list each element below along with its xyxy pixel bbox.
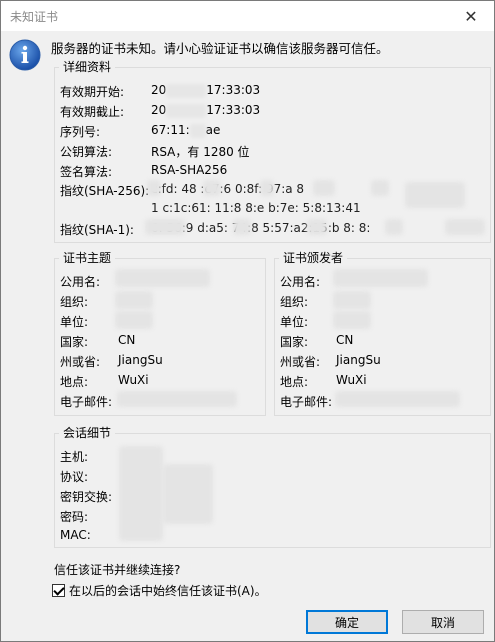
issuer-org-label: 组织: xyxy=(280,295,309,309)
pubkey-label: 公钥算法: xyxy=(60,145,113,159)
always-trust-checkbox-row[interactable]: 在以后的会话中始终信任该证书(A)。 xyxy=(52,582,267,599)
title-bar[interactable]: 未知证书 ✕ xyxy=(1,1,494,31)
serial-label: 序列号: xyxy=(60,125,101,139)
certificate-dialog: 未知证书 ✕ 服务器的证书未知。请小心验证证书以确信该服务器可信任。 详细资料 … xyxy=(0,0,495,642)
session-kex-label: 密钥交换: xyxy=(60,490,113,504)
issuer-cn-label: 公用名: xyxy=(280,275,321,289)
ok-button[interactable]: 确定 xyxy=(306,610,388,634)
session-mac-label: MAC: xyxy=(60,528,91,542)
issuer-country-label: 国家: xyxy=(280,335,309,349)
sha256-label: 指纹(SHA-256): xyxy=(60,184,150,198)
issuer-email-label: 电子邮件: xyxy=(280,395,333,409)
issuer-state-value: JiangSu xyxy=(336,353,381,367)
session-host-label: 主机: xyxy=(60,450,89,464)
details-group: 详细资料 有效期开始: 20 17:33:03 有效期截止: 20 17:33:03… xyxy=(54,60,491,243)
warning-message: 服务器的证书未知。请小心验证证书以确信该服务器可信任。 xyxy=(51,41,389,56)
subject-legend: 证书主题 xyxy=(59,251,116,265)
subject-locality-label: 地点: xyxy=(60,375,89,389)
session-protocol-label: 协议: xyxy=(60,470,89,484)
issuer-unit-label: 单位: xyxy=(280,315,309,329)
subject-cn-label: 公用名: xyxy=(60,275,101,289)
cancel-button[interactable]: 取消 xyxy=(402,610,484,634)
issuer-locality-label: 地点: xyxy=(280,375,309,389)
pubkey-value: RSA，有 1280 位 xyxy=(151,145,250,159)
issuer-group: 证书颁发者 公用名: 组织: 单位: 国家: CN 州或省: JiangSu 地… xyxy=(274,251,491,416)
issuer-locality-value: WuXi xyxy=(336,373,367,387)
issuer-state-label: 州或省: xyxy=(280,355,321,369)
subject-unit-label: 单位: xyxy=(60,315,89,329)
subject-group: 证书主题 公用名: 组织: 单位: 国家: CN 州或省: JiangSu 地点… xyxy=(54,251,266,416)
valid-from-value: 20 17:33:03 xyxy=(151,83,261,98)
sha256-line1: c:fd: 48 :e7:6 0:8f: 97:a 8 xyxy=(151,182,305,196)
subject-email-label: 电子邮件: xyxy=(60,395,113,409)
session-group: 会话细节 主机: 协议: 密钥交换: 密码: MAC: xyxy=(54,426,491,548)
sha256-line2: 1 c:1c:61: 11:8 8:e b:7e: 5:8:13:41 xyxy=(151,201,361,215)
always-trust-checkbox[interactable] xyxy=(52,584,65,597)
valid-to-label: 有效期截止: xyxy=(60,105,125,119)
sha1-label: 指纹(SHA-1): xyxy=(60,223,134,237)
subject-state-label: 州或省: xyxy=(60,355,101,369)
subject-org-label: 组织: xyxy=(60,295,89,309)
subject-locality-value: WuXi xyxy=(118,373,149,387)
always-trust-label[interactable]: 在以后的会话中始终信任该证书(A)。 xyxy=(69,582,267,599)
subject-country-label: 国家: xyxy=(60,335,89,349)
subject-state-value: JiangSu xyxy=(118,353,163,367)
sigalg-label: 签名算法: xyxy=(60,165,113,179)
sigalg-value: RSA-SHA256 xyxy=(151,163,228,177)
valid-from-label: 有效期开始: xyxy=(60,85,125,99)
info-icon xyxy=(9,39,41,71)
close-icon[interactable]: ✕ xyxy=(448,1,494,31)
valid-to-value: 20 17:33:03 xyxy=(151,103,261,118)
serial-value: 67:11: ae xyxy=(151,123,221,138)
subject-country-value: CN xyxy=(118,333,136,347)
session-legend: 会话细节 xyxy=(59,426,116,440)
trust-question: 信任该证书并继续连接? xyxy=(54,563,181,577)
window-title: 未知证书 xyxy=(10,10,59,24)
details-legend: 详细资料 xyxy=(59,60,116,74)
issuer-country-value: CN xyxy=(336,333,354,347)
session-cipher-label: 密码: xyxy=(60,510,89,524)
issuer-legend: 证书颁发者 xyxy=(279,251,348,265)
